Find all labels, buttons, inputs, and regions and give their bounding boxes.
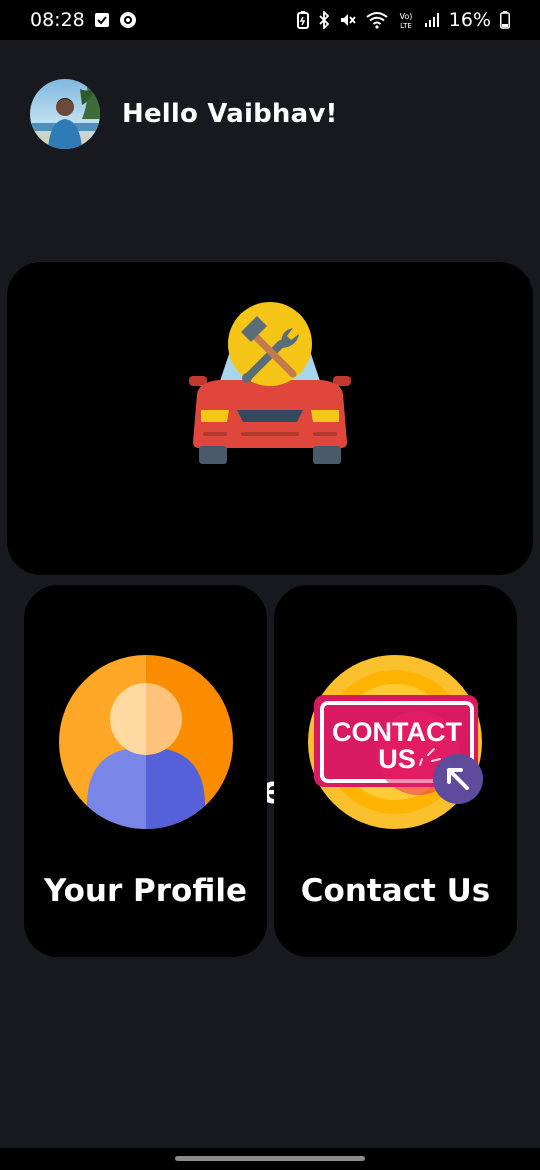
battery-saver-icon: [296, 11, 309, 29]
user-profile-icon: [59, 655, 233, 829]
greeting-header: Hello Vaibhav!: [30, 78, 338, 150]
contact-us-card[interactable]: CONTACT US Contact Us: [274, 585, 517, 957]
avatar[interactable]: [30, 79, 100, 149]
svg-text:LTE: LTE: [400, 22, 412, 30]
wifi-icon: [366, 11, 388, 29]
mute-icon: [339, 11, 357, 29]
greeting-text: Hello Vaibhav!: [122, 99, 338, 129]
your-profile-label: Your Profile: [44, 873, 247, 909]
contact-icon-text-1: CONTACT: [332, 717, 462, 747]
status-time: 08:28: [30, 9, 85, 31]
status-left: 08:28: [30, 9, 137, 31]
status-bar: 08:28 Vo) LTE 16%: [0, 0, 540, 40]
your-profile-card[interactable]: Your Profile: [24, 585, 267, 957]
status-right: Vo) LTE 16%: [296, 9, 510, 31]
home-indicator[interactable]: [175, 1156, 365, 1161]
bluetooth-icon: [318, 11, 330, 29]
app-notification-icon: [119, 11, 137, 29]
contact-icon-text-2: US: [378, 744, 416, 774]
signal-icon: [424, 12, 440, 28]
contact-us-label: Contact Us: [300, 873, 491, 909]
battery-percent: 16%: [448, 9, 491, 31]
battery-icon: [500, 11, 510, 29]
car-repair-icon: [189, 302, 351, 464]
svg-text:Vo): Vo): [399, 12, 412, 21]
check-notification-icon: [94, 12, 110, 28]
volte-icon: Vo) LTE: [397, 10, 415, 30]
contact-us-icon: CONTACT US: [308, 655, 483, 829]
find-mechanic-card[interactable]: Find Mechanic: [7, 262, 533, 812]
